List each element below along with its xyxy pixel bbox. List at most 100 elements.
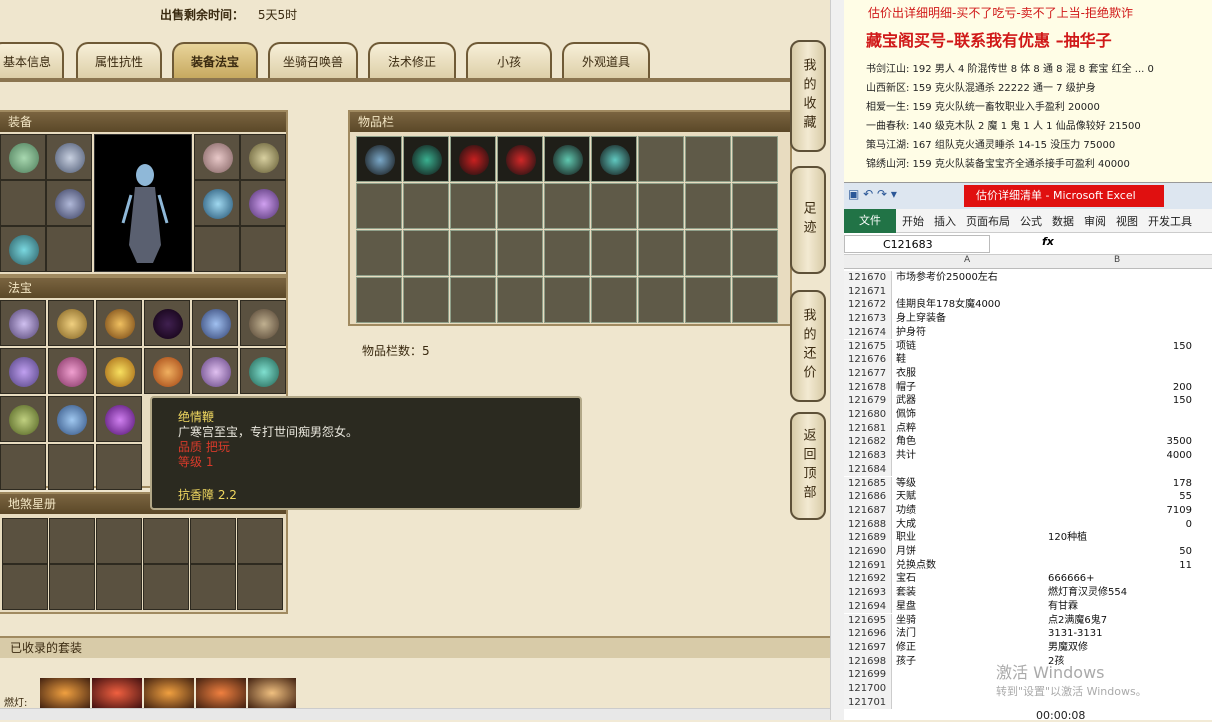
equip-slot[interactable] <box>240 134 286 180</box>
cell-a[interactable]: 职业 <box>896 531 916 545</box>
cell-a[interactable]: 大成 <box>896 518 916 532</box>
treasure-slot[interactable] <box>0 396 46 442</box>
suit-icon[interactable] <box>40 678 90 708</box>
row-number[interactable]: 121670 <box>844 271 892 285</box>
star-slot[interactable] <box>237 564 283 610</box>
row-number[interactable]: 121677 <box>844 366 892 381</box>
inventory-slot[interactable] <box>403 183 449 229</box>
cell-b[interactable]: 666666+ <box>1048 572 1192 586</box>
column-a-header[interactable]: A <box>964 255 970 265</box>
tab-mounts[interactable]: 坐骑召唤兽 <box>268 42 358 78</box>
treasure-slot[interactable] <box>144 348 190 394</box>
suit-icon[interactable] <box>92 678 142 708</box>
ribbon-data-tab[interactable]: 数据 <box>1052 213 1074 229</box>
star-slot[interactable] <box>96 518 142 564</box>
inventory-slot[interactable] <box>591 230 637 276</box>
cell-a[interactable]: 市场参考价25000左右 <box>896 271 998 285</box>
equip-slot[interactable] <box>240 226 286 272</box>
cell-a[interactable]: 角色 <box>896 435 916 449</box>
star-slot[interactable] <box>2 518 48 564</box>
row-number[interactable]: 121673 <box>844 312 892 326</box>
treasure-slot[interactable] <box>48 348 94 394</box>
row-number[interactable]: 121687 <box>844 503 892 518</box>
cell-b[interactable]: 燃灯育汉灵修554 <box>1048 586 1192 600</box>
cell-a[interactable]: 等级 <box>896 477 916 491</box>
inventory-slot[interactable] <box>544 277 590 323</box>
treasure-slot[interactable] <box>0 444 46 490</box>
treasure-slot[interactable] <box>96 348 142 394</box>
star-slot[interactable] <box>143 564 189 610</box>
cell-b[interactable]: 0 <box>1048 518 1192 532</box>
ribbon-formulas-tab[interactable]: 公式 <box>1020 213 1042 229</box>
treasure-slot[interactable] <box>48 300 94 346</box>
vertical-scrollbar[interactable] <box>830 0 844 720</box>
treasure-slot[interactable] <box>240 300 286 346</box>
inventory-slot[interactable] <box>685 277 731 323</box>
treasure-slot[interactable] <box>144 300 190 346</box>
row-number[interactable]: 121686 <box>844 490 892 504</box>
suit-icon[interactable] <box>196 678 246 708</box>
row-number[interactable]: 121685 <box>844 476 892 491</box>
cell-b[interactable]: 55 <box>1048 490 1192 504</box>
star-slot[interactable] <box>143 518 189 564</box>
equip-slot[interactable] <box>0 134 46 180</box>
star-slot[interactable] <box>49 564 95 610</box>
equip-slot[interactable] <box>46 134 92 180</box>
cell-a[interactable]: 佳期良年178女魔4000 <box>896 298 1001 312</box>
inventory-slot[interactable] <box>685 183 731 229</box>
row-number[interactable]: 121699 <box>844 668 892 682</box>
row-number[interactable]: 121701 <box>844 695 892 710</box>
inventory-slot[interactable] <box>544 183 590 229</box>
ribbon-developer-tab[interactable]: 开发工具 <box>1148 213 1192 229</box>
row-number[interactable]: 121671 <box>844 284 892 299</box>
tab-child[interactable]: 小孩 <box>466 42 552 78</box>
name-box[interactable]: C121683 <box>844 235 990 253</box>
star-slot[interactable] <box>237 518 283 564</box>
treasure-slot[interactable] <box>192 348 238 394</box>
cell-a[interactable]: 天赋 <box>896 490 916 504</box>
my-offers-button[interactable]: 我的还价 <box>790 290 826 402</box>
ribbon-file-tab[interactable]: 文件 <box>844 208 896 233</box>
treasure-slot[interactable] <box>96 444 142 490</box>
my-favorites-button[interactable]: 我的收藏 <box>790 40 826 152</box>
inventory-slot[interactable] <box>403 230 449 276</box>
row-number[interactable]: 121679 <box>844 394 892 408</box>
row-number[interactable]: 121683 <box>844 449 892 463</box>
inventory-slot[interactable] <box>732 277 778 323</box>
cell-a[interactable]: 宝石 <box>896 572 916 586</box>
back-to-top-button[interactable]: 返回顶部 <box>790 412 826 520</box>
cell-a[interactable]: 法门 <box>896 627 916 641</box>
horizontal-scrollbar[interactable] <box>0 708 830 720</box>
treasure-slot[interactable] <box>240 348 286 394</box>
tab-basic-info[interactable]: 基本信息 <box>0 42 64 78</box>
equip-slot[interactable] <box>46 226 92 272</box>
cell-a[interactable]: 星盘 <box>896 600 916 614</box>
equip-slot[interactable] <box>194 134 240 180</box>
equip-slot[interactable] <box>240 180 286 226</box>
row-number[interactable]: 121674 <box>844 325 892 340</box>
cell-a[interactable]: 点粹 <box>896 422 916 436</box>
row-number[interactable]: 121682 <box>844 435 892 450</box>
equip-slot[interactable] <box>194 180 240 226</box>
cell-b[interactable]: 200 <box>1048 381 1192 395</box>
inventory-slot[interactable] <box>638 136 684 182</box>
cell-a[interactable]: 功绩 <box>896 504 916 518</box>
row-number[interactable]: 121676 <box>844 353 892 367</box>
inventory-slot[interactable] <box>638 277 684 323</box>
cell-a[interactable]: 套装 <box>896 586 916 600</box>
equip-slot[interactable] <box>194 226 240 272</box>
ribbon-insert-tab[interactable]: 插入 <box>934 213 956 229</box>
cell-a[interactable]: 孩子 <box>896 655 916 669</box>
row-number[interactable]: 121684 <box>844 462 892 477</box>
inventory-slot[interactable] <box>591 183 637 229</box>
inventory-slot[interactable] <box>497 136 543 182</box>
inventory-slot[interactable] <box>356 277 402 323</box>
inventory-slot[interactable] <box>732 230 778 276</box>
cell-a[interactable]: 坐骑 <box>896 614 916 628</box>
ribbon-view-tab[interactable]: 视图 <box>1116 213 1138 229</box>
cell-b[interactable]: 178 <box>1048 477 1192 491</box>
row-number[interactable]: 121688 <box>844 517 892 532</box>
tab-spells[interactable]: 法术修正 <box>368 42 456 78</box>
row-number[interactable]: 121681 <box>844 421 892 436</box>
inventory-slot[interactable] <box>685 230 731 276</box>
